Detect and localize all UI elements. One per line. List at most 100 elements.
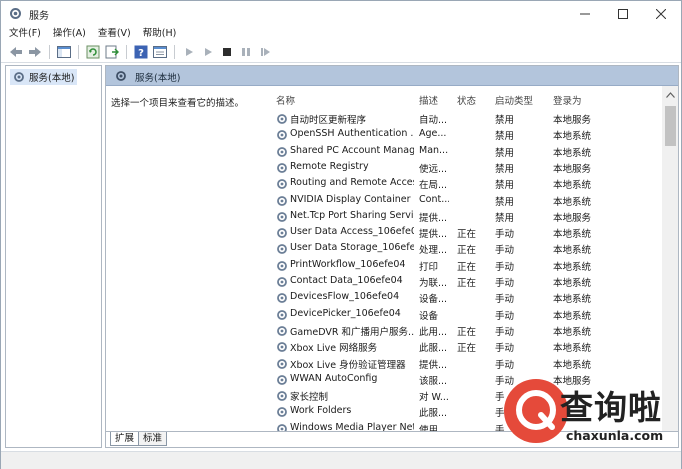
scroll-thumb[interactable]: [665, 106, 676, 146]
start-service-alt-icon[interactable]: [200, 44, 216, 60]
service-description: 此服...: [419, 343, 448, 355]
service-row[interactable]: 自动时区更新程序 自动... 禁用 本地服务: [268, 111, 668, 127]
service-logon-as: 本地系统: [553, 261, 592, 273]
service-description: 设备: [419, 310, 439, 322]
column-header-desc[interactable]: 描述: [419, 93, 438, 107]
menu-bar: 文件(F) 操作(A) 查看(V) 帮助(H): [1, 26, 681, 42]
forward-arrow-icon[interactable]: [27, 44, 43, 60]
service-status: 正在: [457, 326, 477, 338]
service-status: 正在: [457, 343, 477, 355]
service-gear-icon: [277, 309, 287, 320]
service-description: Age...: [419, 128, 447, 140]
service-gear-icon: [277, 195, 287, 206]
service-description: 设备...: [419, 294, 448, 306]
service-name: Routing and Remote Access: [290, 177, 414, 189]
service-logon-as: 本地系统: [553, 196, 592, 208]
pane-header: 服务(本地): [106, 66, 678, 86]
service-logon-as: 本地系统: [553, 359, 592, 371]
console-tree: 服务(本地): [5, 65, 102, 448]
service-startup-type: 手动: [495, 229, 515, 241]
service-row[interactable]: OpenSSH Authentication ... Age... 禁用 本地系统: [268, 127, 668, 143]
service-row[interactable]: User Data Storage_106efe04 处理... 正在 手动 本地系统: [268, 241, 668, 257]
service-row[interactable]: Routing and Remote Access 在局... 禁用 本地系统: [268, 176, 668, 192]
service-gear-icon: [277, 342, 287, 353]
restart-service-icon[interactable]: [257, 44, 273, 60]
tab-standard[interactable]: 标准: [138, 432, 168, 446]
service-row[interactable]: Xbox Live 网络服务 此服... 正在 手动 本地系统: [268, 339, 668, 355]
service-startup-type: 禁用: [495, 147, 515, 159]
service-name: Net.Tcp Port Sharing Service: [290, 209, 414, 221]
watermark-cn-text: 查询啦: [560, 388, 662, 427]
service-name: User Data Storage_106efe04: [290, 242, 414, 254]
service-name: Xbox Live 网络服务: [290, 343, 378, 355]
service-description: 提供...: [419, 212, 448, 224]
service-row[interactable]: NVIDIA Display Container LS Cont... 禁用 本地系统: [268, 193, 668, 209]
service-description: 使远...: [419, 163, 448, 175]
service-status: 正在: [457, 261, 477, 273]
start-service-icon[interactable]: [181, 44, 197, 60]
service-description: 自动...: [419, 115, 448, 126]
watermark-en-text: chaxunla.com: [566, 428, 664, 443]
menu-view[interactable]: 查看(V): [98, 26, 143, 42]
service-gear-icon: [277, 146, 287, 157]
service-description: 对 W...: [419, 392, 449, 404]
export-list-icon[interactable]: [104, 44, 120, 60]
stop-service-icon[interactable]: [219, 44, 235, 60]
service-startup-type: 手动: [495, 359, 515, 371]
tab-extended[interactable]: 扩展: [110, 432, 140, 446]
service-gear-icon: [277, 277, 287, 287]
column-header-logon[interactable]: 登录为: [553, 93, 582, 107]
service-row[interactable]: DevicesFlow_106efe04 设备... 手动 本地系统: [268, 290, 668, 306]
pause-service-icon[interactable]: [238, 44, 254, 60]
service-gear-icon: [277, 358, 287, 369]
menu-action[interactable]: 操作(A): [53, 26, 98, 42]
service-status: 正在: [457, 278, 477, 289]
service-row[interactable]: DevicePicker_106efe04 设备 手动 本地系统: [268, 307, 668, 323]
service-name: Xbox Live 身份验证管理器: [290, 359, 406, 371]
column-header-status[interactable]: 状态: [457, 93, 476, 107]
service-row[interactable]: User Data Access_106efe04 提供... 正在 手动 本地系统: [268, 225, 668, 241]
scroll-up-arrow-icon[interactable]: [666, 92, 675, 98]
show-tree-icon[interactable]: [56, 44, 72, 60]
refresh-icon[interactable]: [85, 44, 101, 60]
service-row[interactable]: PrintWorkflow_106efe04 打印 正在 手动 本地系统: [268, 258, 668, 274]
service-description: 提供...: [419, 359, 448, 371]
column-header-startup[interactable]: 启动类型: [495, 93, 533, 107]
service-startup-type: 手动: [495, 261, 515, 273]
pane-header-title: 服务(本地): [135, 73, 181, 84]
back-arrow-icon[interactable]: [8, 44, 24, 60]
service-row[interactable]: Shared PC Account Manager Man... 禁用 本地系统: [268, 144, 668, 160]
service-description: Man...: [419, 144, 449, 156]
menu-file[interactable]: 文件(F): [9, 26, 53, 42]
service-name: Contact Data_106efe04: [290, 275, 403, 286]
service-logon-as: 本地服务: [553, 163, 592, 175]
service-startup-type: 手动: [495, 245, 515, 257]
service-row[interactable]: Remote Registry 使远... 禁用 本地服务: [268, 160, 668, 176]
services-gear-icon: [116, 71, 126, 81]
service-row[interactable]: Net.Tcp Port Sharing Service 提供... 禁用 本地服务: [268, 209, 668, 225]
status-bar: [1, 451, 681, 469]
menu-help[interactable]: 帮助(H): [143, 26, 189, 42]
tree-node-services-local[interactable]: 服务(本地): [10, 69, 78, 85]
properties-icon[interactable]: [152, 44, 168, 60]
help-icon[interactable]: ?: [133, 44, 149, 60]
column-header-name[interactable]: 名称: [276, 93, 295, 107]
close-button[interactable]: [643, 1, 679, 26]
service-gear-icon: [277, 162, 287, 173]
service-name: Remote Registry: [290, 160, 369, 172]
tree-node-label: 服务(本地): [29, 73, 75, 84]
service-startup-type: 禁用: [495, 115, 515, 126]
services-gear-icon: [10, 8, 21, 19]
service-gear-icon: [277, 391, 287, 401]
minimize-button[interactable]: [567, 1, 603, 26]
service-row[interactable]: Contact Data_106efe04 为联... 正在 手动 本地系统: [268, 274, 668, 290]
service-row[interactable]: GameDVR 和广播用户服务... 此用... 正在 手动 本地系统: [268, 323, 668, 339]
service-gear-icon: [277, 260, 287, 271]
services-gear-icon: [14, 72, 24, 82]
service-description: 为联...: [419, 278, 448, 289]
service-gear-icon: [277, 228, 287, 238]
service-row[interactable]: Xbox Live 身份验证管理器 提供... 手动 本地系统: [268, 356, 668, 372]
toolbar: ?: [1, 42, 681, 63]
service-logon-as: 本地系统: [553, 147, 592, 159]
maximize-button[interactable]: [605, 1, 641, 26]
